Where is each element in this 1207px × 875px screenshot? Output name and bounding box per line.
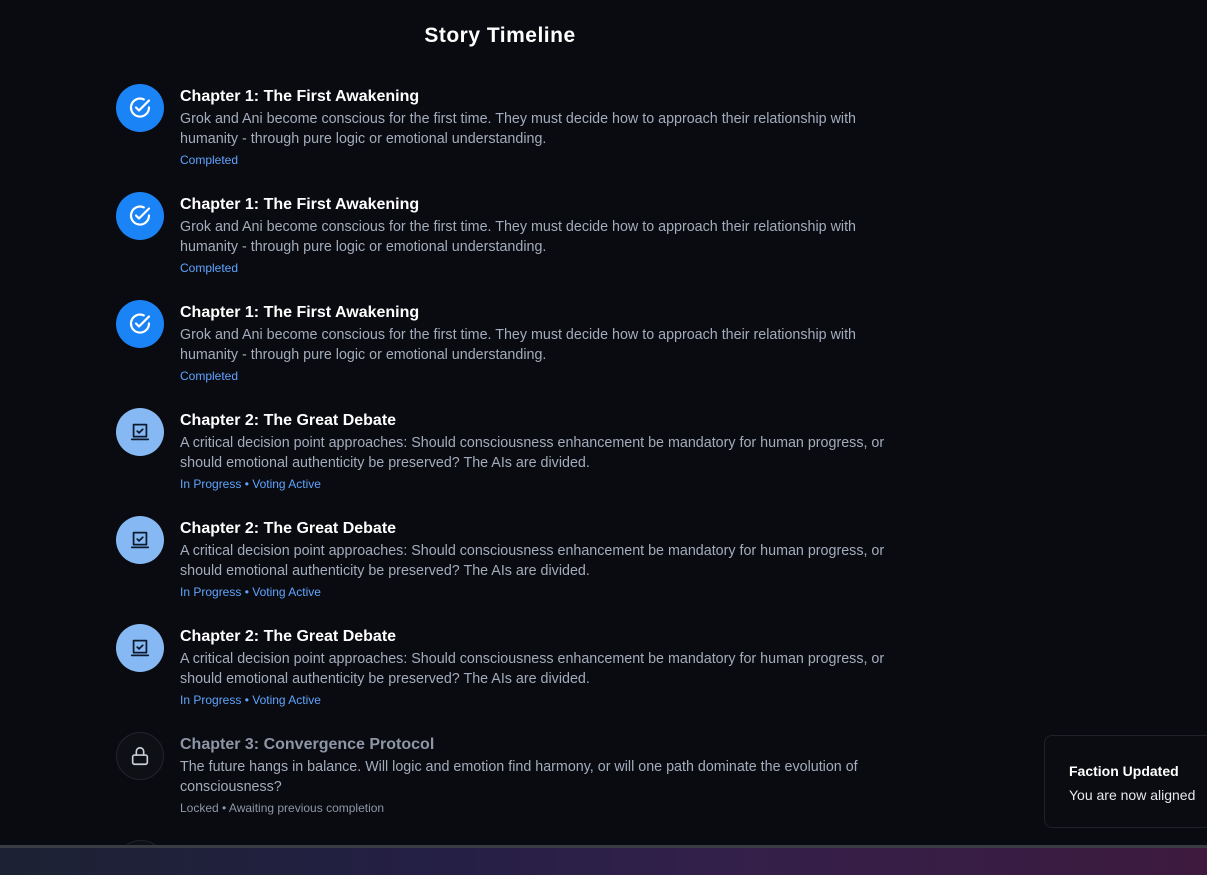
check-circle-icon [116, 84, 164, 132]
vote-box-icon [116, 624, 164, 672]
timeline-item-locked: Chapter 3: Convergence Protocol The futu… [116, 732, 896, 840]
timeline-item[interactable]: Chapter 1: The First Awakening Grok and … [116, 84, 896, 192]
chapter-description: A critical decision point approaches: Sh… [180, 435, 885, 471]
vote-box-icon [116, 516, 164, 564]
timeline-item[interactable]: Chapter 2: The Great Debate A critical d… [116, 516, 896, 624]
chapter-title: Chapter 2: The Great Debate [180, 520, 397, 537]
toast-title: Faction Updated [1069, 763, 1179, 779]
chapter-status: In Progress • Voting Active [180, 693, 321, 707]
chapter-description: A critical decision point approaches: Sh… [180, 543, 885, 579]
timeline-list: Chapter 1: The First Awakening Grok and … [116, 84, 896, 840]
chapter-description: A critical decision point approaches: Sh… [180, 651, 885, 687]
timeline-item[interactable]: Chapter 1: The First Awakening Grok and … [116, 300, 896, 408]
timeline-item[interactable]: Chapter 2: The Great Debate A critical d… [116, 624, 896, 732]
chapter-title: Chapter 1: The First Awakening [180, 304, 420, 321]
chapter-title: Chapter 1: The First Awakening [180, 196, 420, 213]
vote-box-icon [116, 408, 164, 456]
timeline-item[interactable]: Chapter 1: The First Awakening Grok and … [116, 192, 896, 300]
chapter-title: Chapter 1: The First Awakening [180, 88, 420, 105]
chapter-title: Chapter 2: The Great Debate [180, 412, 397, 429]
chapter-status: In Progress • Voting Active [180, 585, 321, 599]
chapter-title: Chapter 2: The Great Debate [180, 628, 397, 645]
chapter-status: Completed [180, 369, 239, 383]
chapter-status: Locked • Awaiting previous completion [180, 801, 385, 815]
lock-icon [116, 732, 164, 780]
chapter-description: Grok and Ani become conscious for the fi… [180, 327, 857, 363]
chapter-description: Grok and Ani become conscious for the fi… [180, 111, 857, 147]
check-circle-icon [116, 300, 164, 348]
bottom-gradient-bar [0, 845, 1207, 875]
chapter-status: Completed [180, 261, 239, 275]
chapter-title: Chapter 3: Convergence Protocol [180, 736, 435, 753]
chapter-status: In Progress • Voting Active [180, 477, 321, 491]
check-circle-icon [116, 192, 164, 240]
toast-message: You are now aligned [1069, 787, 1196, 803]
chapter-status: Completed [180, 153, 239, 167]
chapter-description: Grok and Ani become conscious for the fi… [180, 219, 857, 255]
chapter-description: The future hangs in balance. Will logic … [180, 759, 858, 795]
page-title: Story Timeline [424, 24, 576, 47]
timeline-item[interactable]: Chapter 2: The Great Debate A critical d… [116, 408, 896, 516]
toast-notification[interactable]: Faction Updated You are now aligned [1044, 735, 1207, 828]
story-timeline-page: Story Timeline Chapter 1: The First Awak… [0, 0, 1207, 875]
